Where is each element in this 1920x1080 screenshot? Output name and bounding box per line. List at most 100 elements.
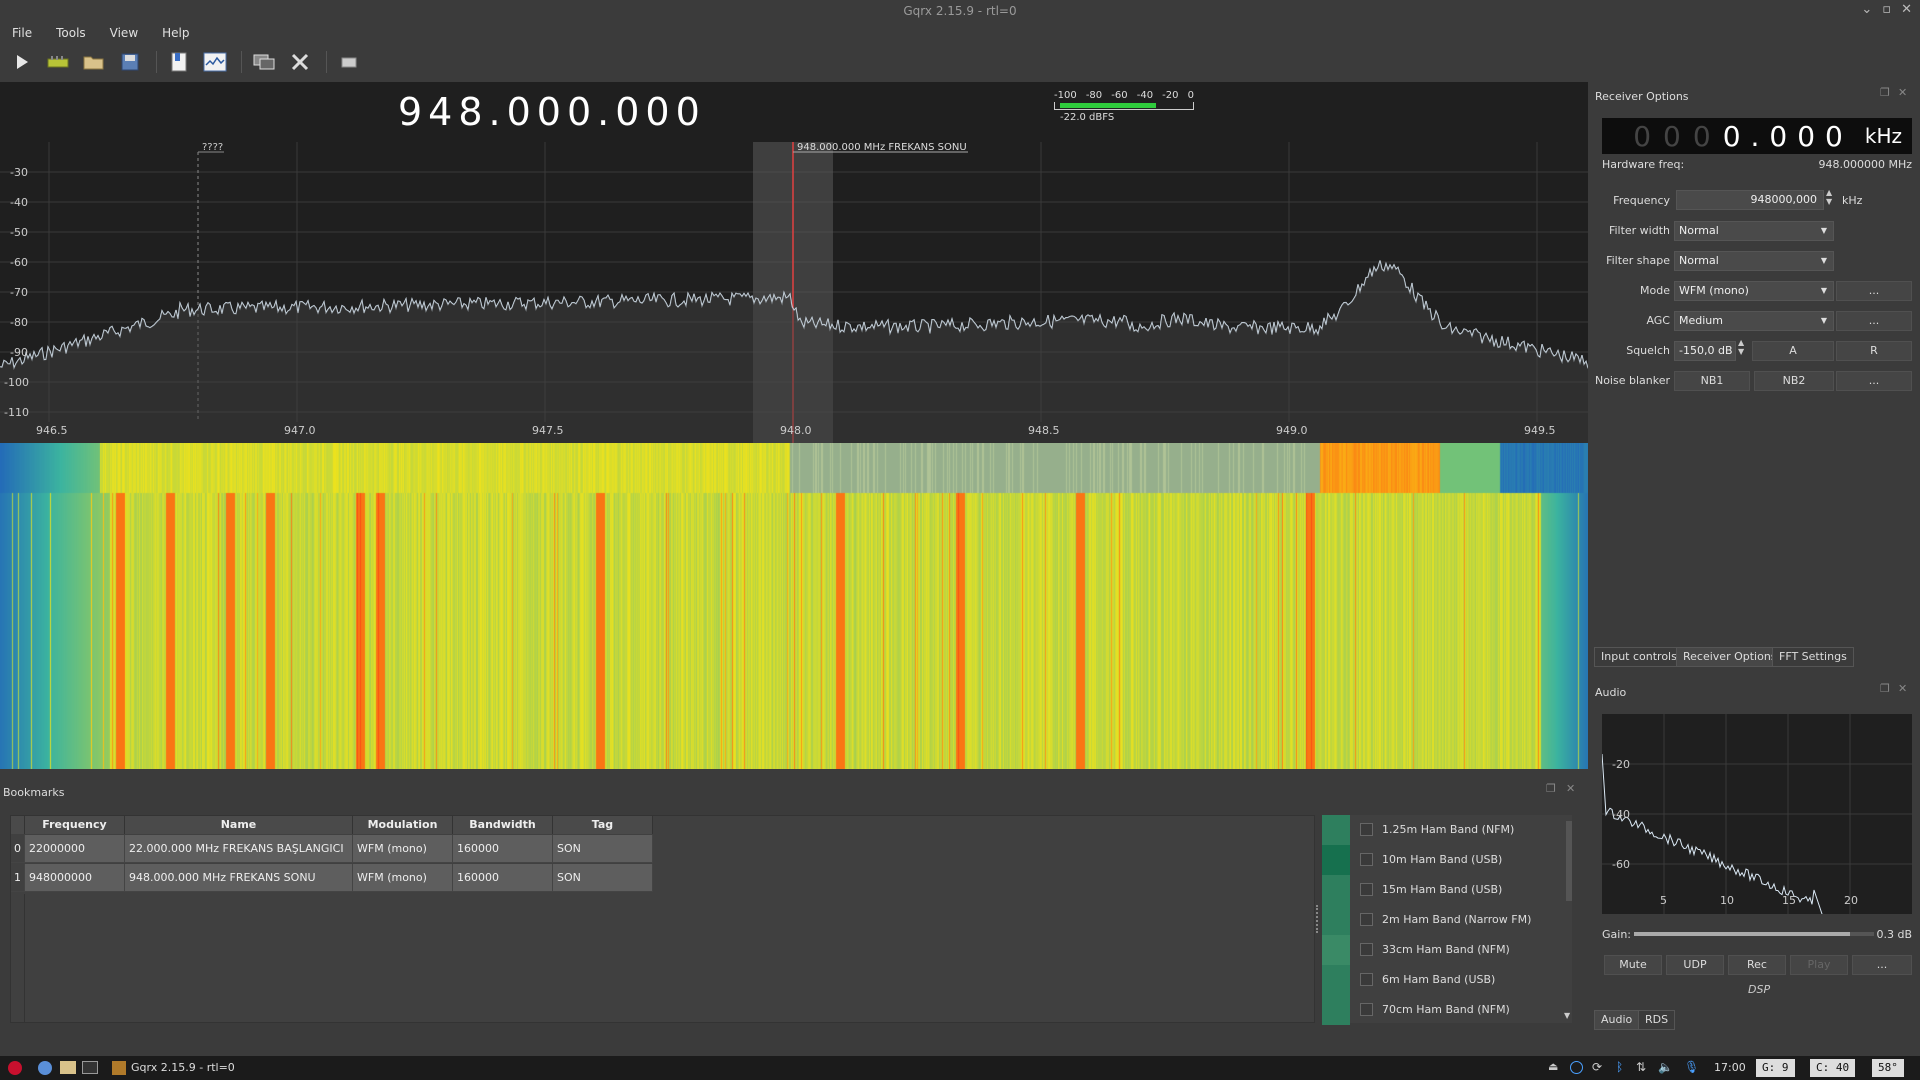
start-menu-icon[interactable] — [8, 1061, 22, 1075]
freq-digits-bright[interactable]: 0.000 — [1723, 120, 1853, 153]
col-modulation[interactable]: Modulation — [353, 816, 453, 834]
tag-item[interactable]: 33cm Ham Band (NFM) — [1322, 935, 1562, 965]
cell-bandwidth[interactable]: 160000 — [453, 864, 553, 892]
scroll-down-icon[interactable]: ▼ — [1564, 1011, 1570, 1020]
tab-receiver-options[interactable]: Receiver Options — [1676, 647, 1784, 667]
tag-item[interactable]: 2m Ham Band (Narrow FM) — [1322, 905, 1562, 935]
col-tag[interactable]: Tag — [553, 816, 653, 834]
bluetooth-icon[interactable]: ᛒ — [1616, 1060, 1623, 1074]
clock[interactable]: 17:00 — [1714, 1061, 1746, 1074]
volume-icon[interactable]: 🔈 — [1658, 1060, 1673, 1074]
splitter-handle[interactable] — [1316, 905, 1320, 933]
col-frequency[interactable]: Frequency — [25, 816, 125, 834]
close-dock-icon[interactable]: ✕ — [1898, 86, 1907, 99]
squelch-auto-button[interactable]: A — [1752, 341, 1834, 361]
network-icon[interactable]: ⇅ — [1636, 1060, 1646, 1074]
close-dock-icon[interactable]: ✕ — [1566, 782, 1575, 795]
file-manager-icon[interactable] — [60, 1061, 76, 1074]
cell-frequency[interactable]: 948000000 — [25, 864, 125, 892]
play-button[interactable]: Play — [1790, 955, 1848, 975]
menu-view[interactable]: View — [98, 22, 150, 44]
undock-icon[interactable]: ❐ — [1880, 86, 1890, 99]
agc-options-button[interactable]: ... — [1836, 311, 1912, 331]
gain-slider[interactable] — [1634, 932, 1874, 936]
tag-checkbox[interactable] — [1360, 883, 1373, 896]
squelch-spin-icon[interactable]: ▲ ▼ — [1738, 338, 1744, 356]
tag-checkbox[interactable] — [1360, 1003, 1373, 1016]
mode-options-button[interactable]: ... — [1836, 281, 1912, 301]
udp-button[interactable]: UDP — [1666, 955, 1724, 975]
nb1-button[interactable]: NB1 — [1674, 371, 1750, 391]
tag-checkbox[interactable] — [1360, 913, 1373, 926]
save-icon[interactable] — [114, 48, 146, 76]
nb-options-button[interactable]: ... — [1836, 371, 1912, 391]
col-bandwidth[interactable]: Bandwidth — [453, 816, 553, 834]
terminal-icon[interactable] — [82, 1061, 98, 1074]
undock-icon[interactable]: ❐ — [1880, 682, 1890, 695]
tag-checkbox[interactable] — [1360, 973, 1373, 986]
tag-item[interactable]: 70cm Ham Band (NFM) — [1322, 995, 1562, 1025]
tag-item[interactable]: 6m Ham Band (USB) — [1322, 965, 1562, 995]
tab-input-controls[interactable]: Input controls — [1594, 647, 1684, 667]
squelch-input[interactable]: -150,0 dB — [1674, 341, 1736, 361]
spectrum-plot[interactable]: -30 -40 -50 -60 -70 -80 -90 -100 -110 94… — [0, 82, 1588, 444]
tag-checkbox[interactable] — [1360, 853, 1373, 866]
waterfall[interactable] — [0, 443, 1588, 769]
frequency-input[interactable]: 948000,000 — [1676, 190, 1824, 210]
menu-file[interactable]: File — [0, 22, 44, 44]
receiver-freq-display[interactable]: 0 0 0 0.000 kHz — [1602, 118, 1912, 154]
col-name[interactable]: Name — [125, 816, 353, 834]
play-icon[interactable] — [6, 48, 38, 76]
cell-modulation[interactable]: WFM (mono) — [353, 835, 453, 863]
tag-item[interactable]: 10m Ham Band (USB) — [1322, 845, 1562, 875]
filter-shape-select[interactable]: Normal ▼ — [1674, 251, 1834, 271]
cell-tag[interactable]: SON — [553, 835, 653, 863]
tag-item[interactable]: 1.25m Ham Band (NFM) — [1322, 815, 1562, 845]
cell-name[interactable]: 22.000.000 MHz FREKANS BAŞLANGICI — [125, 835, 353, 863]
filter-width-select[interactable]: Normal ▼ — [1674, 221, 1834, 241]
freq-digit[interactable]: 0 — [1633, 120, 1651, 153]
cell-frequency[interactable]: 22000000 — [25, 835, 125, 863]
close-dock-icon[interactable]: ✕ — [1898, 682, 1907, 695]
frequency-spin-icon[interactable]: ▲ ▼ — [1826, 188, 1832, 206]
tab-fft-settings[interactable]: FFT Settings — [1772, 647, 1854, 667]
tag-list-scrollbar[interactable] — [1566, 821, 1572, 901]
cell-name[interactable]: 948.000.000 MHz FREKANS SONU — [125, 864, 353, 892]
eject-icon[interactable]: ⏏ — [1548, 1060, 1558, 1073]
taskbar-app-label[interactable]: Gqrx 2.15.9 - rtl=0 — [131, 1061, 235, 1074]
nb2-button[interactable]: NB2 — [1754, 371, 1834, 391]
status-icon[interactable] — [1570, 1061, 1583, 1074]
sync-icon[interactable]: ⟳ — [1592, 1060, 1602, 1074]
cell-tag[interactable]: SON — [553, 864, 653, 892]
minimize-icon[interactable]: ⌄ — [1861, 2, 1872, 17]
bookmark-icon[interactable] — [163, 48, 195, 76]
settings-icon[interactable] — [284, 48, 316, 76]
window-icon[interactable] — [333, 48, 365, 76]
tag-checkbox[interactable] — [1360, 943, 1373, 956]
tab-rds[interactable]: RDS — [1638, 1010, 1676, 1030]
browser-icon[interactable] — [38, 1061, 52, 1075]
cell-modulation[interactable]: WFM (mono) — [353, 864, 453, 892]
open-icon[interactable] — [78, 48, 110, 76]
close-icon[interactable]: ✕ — [1901, 2, 1912, 17]
mute-button[interactable]: Mute — [1604, 955, 1662, 975]
remote-icon[interactable] — [248, 48, 280, 76]
spectrum-icon[interactable] — [199, 48, 231, 76]
tag-item[interactable]: 15m Ham Band (USB) — [1322, 875, 1562, 905]
freq-digit[interactable]: 0 — [1693, 120, 1711, 153]
mode-select[interactable]: WFM (mono) ▼ — [1674, 281, 1834, 301]
rec-button[interactable]: Rec — [1728, 955, 1786, 975]
cell-bandwidth[interactable]: 160000 — [453, 835, 553, 863]
center-frequency-display[interactable]: 948.000.000 — [398, 90, 706, 134]
squelch-reset-button[interactable]: R — [1836, 341, 1912, 361]
maximize-icon[interactable]: ▫ — [1882, 2, 1891, 17]
menu-help[interactable]: Help — [150, 22, 201, 44]
menu-tools[interactable]: Tools — [44, 22, 98, 44]
hardware-icon[interactable] — [42, 48, 74, 76]
freq-digit[interactable]: 0 — [1663, 120, 1681, 153]
audio-options-button[interactable]: ... — [1852, 955, 1912, 975]
undock-icon[interactable]: ❐ — [1546, 782, 1556, 795]
tag-checkbox[interactable] — [1360, 823, 1373, 836]
tab-audio[interactable]: Audio — [1594, 1010, 1640, 1030]
agc-select[interactable]: Medium ▼ — [1674, 311, 1834, 331]
